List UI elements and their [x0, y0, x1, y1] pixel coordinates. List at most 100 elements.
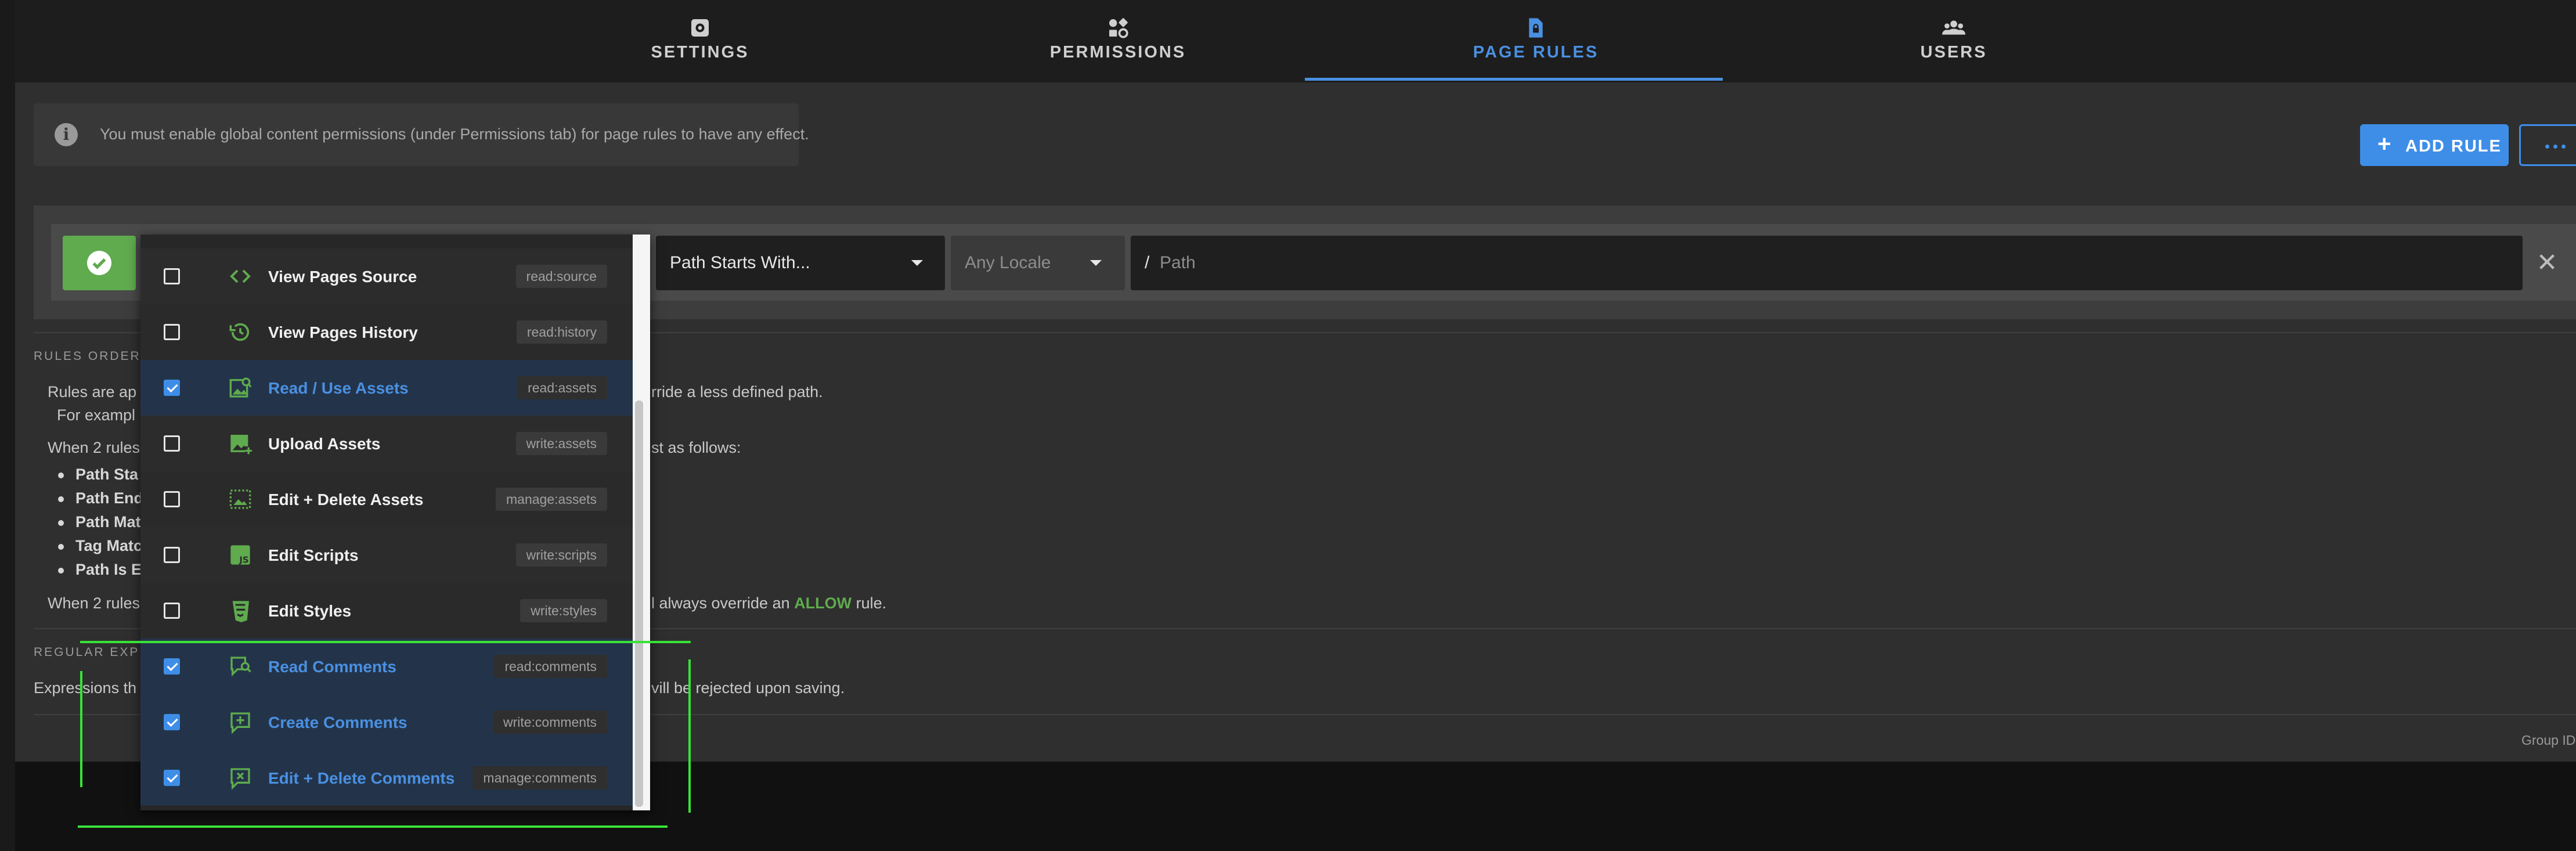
- code-icon: [229, 265, 252, 288]
- rules-order-text: Rules are ap: [48, 383, 136, 401]
- css-icon: [229, 599, 252, 622]
- list-item: Path End: [75, 489, 143, 507]
- close-icon[interactable]: ✕: [2530, 236, 2564, 290]
- permission-label: Create Comments: [268, 713, 407, 732]
- plus-icon: +: [2377, 132, 2392, 156]
- tab-label: PAGE RULES: [1327, 43, 1745, 62]
- more-button[interactable]: [2519, 124, 2576, 166]
- add-rule-button[interactable]: + ADD RULE: [2360, 124, 2509, 166]
- permission-label: Edit + Delete Comments: [268, 769, 454, 788]
- add-rule-label: ADD RULE: [2405, 137, 2502, 156]
- permission-item-write-comments[interactable]: Create Comments write:comments: [140, 694, 633, 750]
- rules-order-text: l always override an ALLOW rule.: [651, 594, 886, 612]
- permission-label: View Pages Source: [268, 268, 417, 286]
- permission-code: manage:comments: [472, 766, 607, 789]
- permission-code: write:assets: [516, 432, 607, 455]
- permissions-icon: [1105, 16, 1131, 39]
- permission-label: Read / Use Assets: [268, 379, 409, 398]
- checkbox[interactable]: [164, 380, 180, 396]
- checkbox[interactable]: [164, 268, 180, 284]
- checkbox[interactable]: [164, 603, 180, 619]
- permission-code: manage:assets: [496, 488, 607, 511]
- settings-icon: [687, 16, 713, 39]
- permission-code: write:comments: [493, 711, 607, 734]
- tab-label: USERS: [1745, 43, 2163, 62]
- permission-code: write:styles: [520, 599, 607, 622]
- checkbox[interactable]: [164, 658, 180, 675]
- chevron-down-icon: [1090, 260, 1102, 266]
- checkbox[interactable]: [164, 714, 180, 730]
- locale-select[interactable]: Any Locale: [951, 236, 1125, 290]
- more-horizontal-icon: [2553, 145, 2557, 149]
- rules-order-text: st as follows:: [651, 439, 741, 457]
- tab-bar: SETTINGS PERMISSIONS PAGE RULES USERS: [15, 0, 2576, 82]
- more-horizontal-icon: [2561, 145, 2566, 149]
- path-prefix: /: [1145, 253, 1149, 273]
- locale-value: Any Locale: [965, 253, 1051, 273]
- list-item: Path Is E: [75, 561, 142, 579]
- group-id-label: Group ID: [2521, 733, 2575, 748]
- allow-keyword: ALLOW: [794, 594, 852, 612]
- info-alert: i You must enable global content permiss…: [34, 103, 799, 166]
- permission-item-read-assets[interactable]: Read / Use Assets read:assets: [140, 360, 633, 416]
- comment-search-icon: [229, 655, 252, 678]
- more-horizontal-icon: [2545, 145, 2549, 149]
- checkbox[interactable]: [164, 770, 180, 786]
- list-item: Path Sta: [75, 466, 138, 484]
- rule-access-toggle[interactable]: [63, 236, 136, 290]
- permission-item-read-comments[interactable]: Read Comments read:comments: [140, 639, 633, 694]
- active-tab-indicator: [1305, 78, 1723, 81]
- tab-permissions[interactable]: PERMISSIONS: [909, 0, 1327, 82]
- permission-code: read:comments: [494, 655, 607, 678]
- permission-item-write-assets[interactable]: Upload Assets write:assets: [140, 416, 633, 471]
- path-match-value: Path Starts With...: [670, 253, 810, 273]
- checkbox[interactable]: [164, 547, 180, 563]
- permission-code: read:assets: [517, 376, 607, 399]
- scrollbar-thumb[interactable]: [635, 401, 643, 807]
- js-icon: JS: [229, 543, 252, 567]
- tab-page-rules[interactable]: PAGE RULES: [1327, 0, 1745, 82]
- permission-item-read-source[interactable]: View Pages Source read:source: [140, 248, 633, 304]
- image-plus-icon: [229, 432, 252, 455]
- permission-label: Read Comments: [268, 658, 396, 676]
- comment-remove-icon: [229, 766, 252, 789]
- info-icon: i: [55, 123, 78, 146]
- annotation-line: [80, 641, 691, 643]
- rules-order-text: rride a less defined path.: [651, 383, 823, 401]
- tab-users[interactable]: USERS: [1745, 0, 2163, 82]
- history-icon: [229, 320, 252, 344]
- image-edit-icon: [229, 488, 252, 511]
- checkbox[interactable]: [164, 491, 180, 507]
- rules-order-text: l always override an: [651, 594, 790, 612]
- users-icon: [1941, 16, 1967, 39]
- permission-item-read-history[interactable]: View Pages History read:history: [140, 304, 633, 360]
- permission-item-manage-assets[interactable]: Edit + Delete Assets manage:assets: [140, 471, 633, 527]
- rules-order-text: For exampl: [57, 406, 135, 424]
- permissions-dropdown: View Pages Source read:source View Pages…: [140, 235, 650, 810]
- permission-code: write:scripts: [516, 543, 607, 567]
- regex-title: REGULAR EXPRI: [34, 646, 155, 659]
- comment-plus-icon: [229, 711, 252, 734]
- path-match-select[interactable]: Path Starts With...: [656, 236, 945, 290]
- tab-label: PERMISSIONS: [909, 43, 1327, 62]
- permission-label: Upload Assets: [268, 435, 380, 453]
- alert-text: You must enable global content permissio…: [100, 125, 809, 143]
- permission-item-write-styles[interactable]: Edit Styles write:styles: [140, 583, 633, 639]
- permission-label: Edit + Delete Assets: [268, 491, 423, 509]
- rules-order-text: rule.: [856, 594, 887, 612]
- path-placeholder: Path: [1160, 253, 1196, 273]
- path-input[interactable]: / Path: [1131, 236, 2523, 290]
- permission-item-write-scripts[interactable]: JS Edit Scripts write:scripts: [140, 527, 633, 583]
- checkbox[interactable]: [164, 435, 180, 452]
- permission-code: read:source: [516, 265, 607, 288]
- regex-text: vill be rejected upon saving.: [651, 679, 845, 697]
- checkbox[interactable]: [164, 324, 180, 340]
- permission-item-manage-comments[interactable]: Edit + Delete Comments manage:comments: [140, 750, 633, 806]
- permission-label: View Pages History: [268, 323, 418, 342]
- image-search-icon: [229, 376, 252, 399]
- left-strip: [0, 0, 15, 851]
- annotation-line: [80, 671, 82, 787]
- rules-order-text: When 2 rules: [48, 594, 140, 612]
- regex-text: Expressions th: [34, 679, 136, 697]
- tab-settings[interactable]: SETTINGS: [491, 0, 909, 82]
